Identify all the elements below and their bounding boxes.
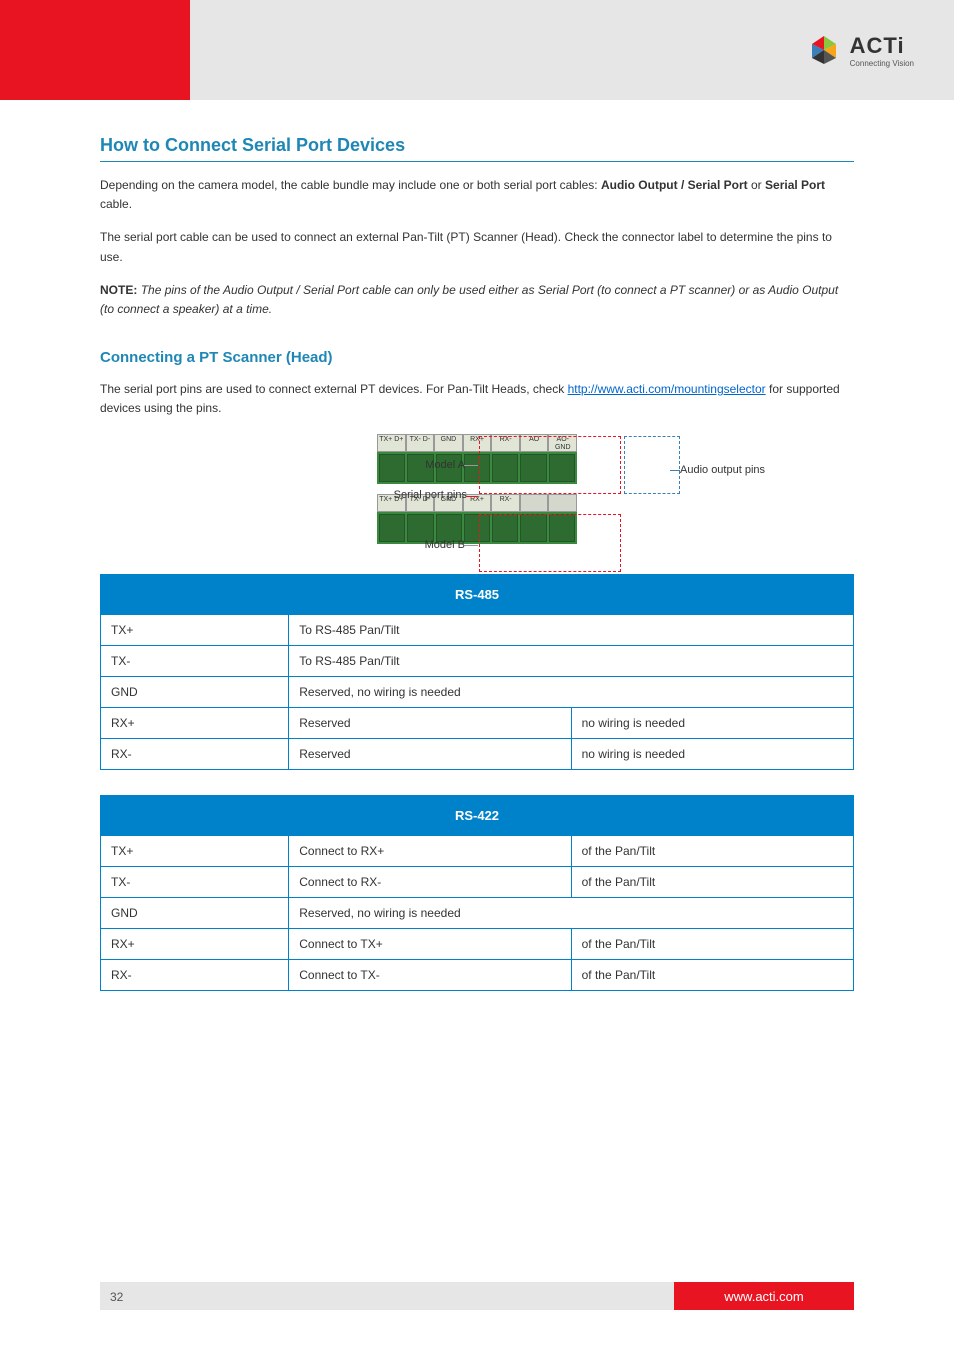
para1-bold-d: Serial Port	[765, 178, 825, 192]
cell-pin: RX+	[101, 928, 289, 959]
table-row: RX- Reserved no wiring is needed	[101, 738, 854, 769]
page-header: ACTi Connecting Vision	[0, 0, 954, 100]
connector-line-b	[464, 545, 478, 546]
table-row: GND Reserved, no wiring is needed	[101, 897, 854, 928]
terminal-slot	[379, 514, 405, 542]
cell-pin: GND	[101, 676, 289, 707]
table-row: GND Reserved, no wiring is needed	[101, 676, 854, 707]
cell-desc: To RS-485 Pan/Tilt	[289, 614, 854, 645]
cell-desc: of the Pan/Tilt	[571, 835, 853, 866]
table-row: TX+ Connect to RX+ of the Pan/Tilt	[101, 835, 854, 866]
cell-desc: Connect to TX+	[289, 928, 571, 959]
terminal-slot	[407, 514, 433, 542]
cell-pin: TX-	[101, 645, 289, 676]
logo-area: ACTi Connecting Vision	[190, 0, 954, 100]
cell-desc: Reserved	[289, 707, 571, 738]
page-footer: 32 www.acti.com	[0, 1282, 954, 1310]
footer-bar	[100, 1282, 674, 1310]
brand-tagline: Connecting Vision	[850, 59, 914, 68]
terminal-label: TX+ D+	[377, 434, 406, 452]
cell-desc: no wiring is needed	[571, 738, 853, 769]
annotation-serial-pins: Serial port pins	[337, 489, 467, 501]
table-row: TX+ To RS-485 Pan/Tilt	[101, 614, 854, 645]
paragraph-3: The serial port pins are used to connect…	[100, 380, 854, 418]
cell-desc: Connect to RX-	[289, 866, 571, 897]
header-red-block	[0, 0, 190, 100]
cell-pin: RX+	[101, 707, 289, 738]
terminal-label: TX- D-	[406, 434, 435, 452]
brand-logo: ACTi Connecting Vision	[806, 32, 914, 68]
para1-text-c: or	[751, 178, 765, 192]
cell-desc: Connect to TX-	[289, 959, 571, 990]
brand-logo-icon	[806, 32, 842, 68]
cell-desc: To RS-485 Pan/Tilt	[289, 645, 854, 676]
para1-bold-b: Audio Output / Serial Port	[601, 178, 748, 192]
section-title: How to Connect Serial Port Devices	[100, 135, 854, 162]
cell-pin: TX+	[101, 835, 289, 866]
serial-highlight-top	[479, 436, 621, 494]
terminal-diagram: Model A Model B Serial port pins Audio o…	[100, 434, 854, 554]
annotation-audio-pins: Audio output pins	[680, 464, 800, 476]
rs485-table-header: RS-485	[101, 574, 854, 614]
terminal-label: RX-	[491, 494, 520, 512]
page-number: 32	[110, 1290, 123, 1304]
table-row: TX- To RS-485 Pan/Tilt	[101, 645, 854, 676]
cell-desc: of the Pan/Tilt	[571, 928, 853, 959]
cell-desc: Reserved, no wiring is needed	[289, 676, 854, 707]
terminal-label-empty	[520, 494, 549, 512]
rs422-table-header: RS-422	[101, 795, 854, 835]
para1-text-e: cable.	[100, 197, 132, 211]
note-paragraph: NOTE: The pins of the Audio Output / Ser…	[100, 281, 854, 319]
subsection-title: Connecting a PT Scanner (Head)	[100, 349, 854, 366]
cell-pin: TX-	[101, 866, 289, 897]
serial-highlight-bottom	[479, 514, 621, 572]
terminal-label-empty	[548, 494, 577, 512]
cell-desc: no wiring is needed	[571, 707, 853, 738]
paragraph-1: Depending on the camera model, the cable…	[100, 176, 854, 214]
connector-line-serial	[466, 496, 478, 497]
cell-pin: TX+	[101, 614, 289, 645]
table-row: RX- Connect to TX- of the Pan/Tilt	[101, 959, 854, 990]
brand-logo-text: ACTi Connecting Vision	[850, 33, 914, 68]
table-row: RX+ Connect to TX+ of the Pan/Tilt	[101, 928, 854, 959]
terminal-slot	[436, 514, 462, 542]
cell-desc: of the Pan/Tilt	[571, 866, 853, 897]
terminal-label: GND	[434, 434, 463, 452]
connector-line-audio	[670, 470, 680, 471]
table-row: RX+ Reserved no wiring is needed	[101, 707, 854, 738]
note-text: The pins of the Audio Output / Serial Po…	[100, 283, 838, 316]
cell-desc: of the Pan/Tilt	[571, 959, 853, 990]
mountingselector-link[interactable]: http://www.acti.com/mountingselector	[568, 382, 766, 396]
cell-desc: Reserved, no wiring is needed	[289, 897, 854, 928]
rs485-table: RS-485 TX+ To RS-485 Pan/Tilt TX- To RS-…	[100, 574, 854, 770]
page-content: How to Connect Serial Port Devices Depen…	[0, 135, 954, 991]
connector-line-a	[464, 465, 478, 466]
rs422-table: RS-422 TX+ Connect to RX+ of the Pan/Til…	[100, 795, 854, 991]
cell-pin: RX-	[101, 959, 289, 990]
cell-desc: Connect to RX+	[289, 835, 571, 866]
cell-pin: RX-	[101, 738, 289, 769]
footer-url: www.acti.com	[674, 1282, 854, 1310]
table-row: TX- Connect to RX- of the Pan/Tilt	[101, 866, 854, 897]
para3-text-a: The serial port pins are used to connect…	[100, 382, 568, 396]
note-label: NOTE:	[100, 283, 137, 297]
paragraph-2: The serial port cable can be used to con…	[100, 228, 854, 266]
brand-name: ACTi	[850, 33, 914, 59]
audio-highlight	[624, 436, 680, 494]
cell-pin: GND	[101, 897, 289, 928]
para1-text-a: Depending on the camera model, the cable…	[100, 178, 601, 192]
annotation-model-b: Model B	[360, 539, 465, 551]
annotation-model-a: Model A	[360, 459, 465, 471]
cell-desc: Reserved	[289, 738, 571, 769]
